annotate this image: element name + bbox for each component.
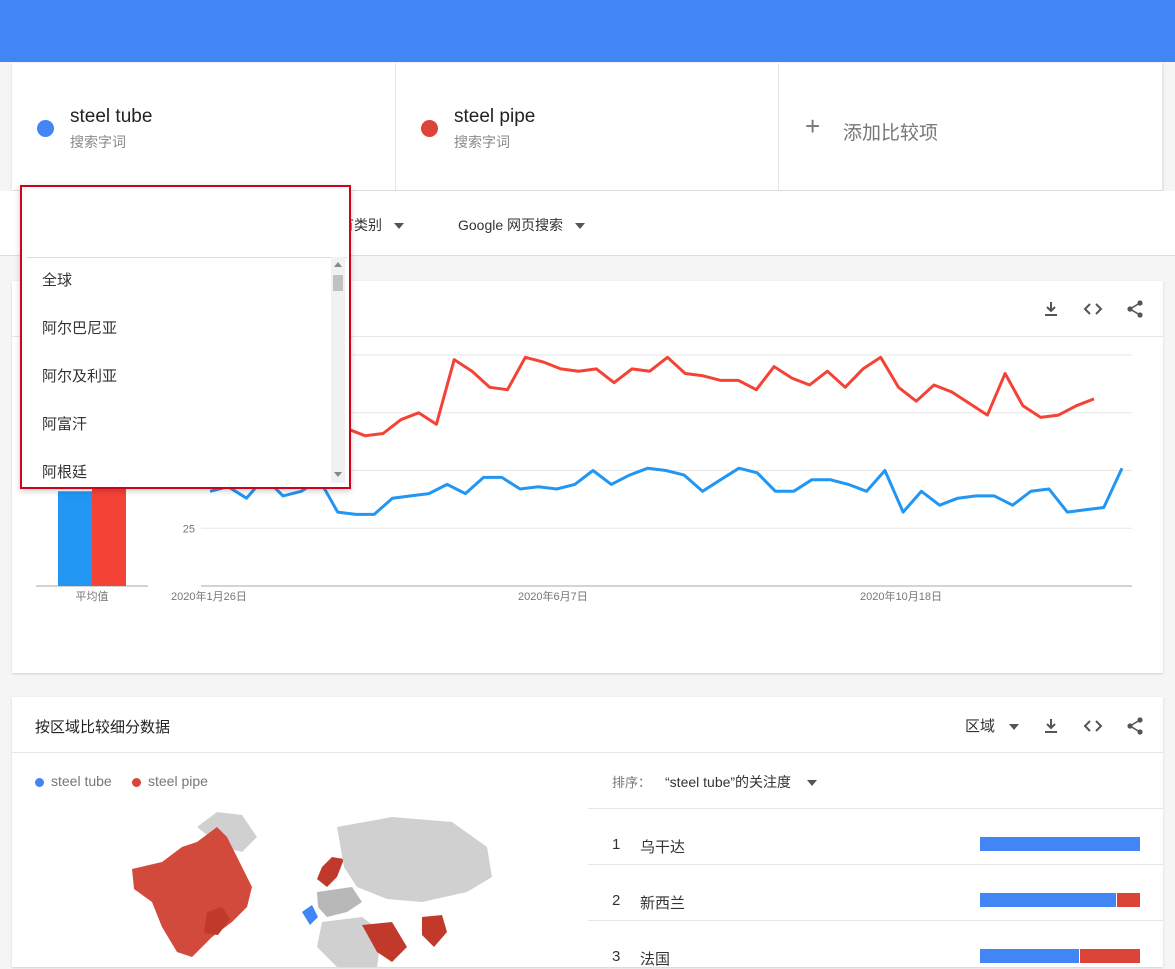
scroll-down-icon[interactable]	[334, 472, 342, 477]
location-dropdown[interactable]: 全球 阿尔巴尼亚 阿尔及利亚 阿富汗 阿根廷	[20, 185, 351, 489]
y-tick-label: 25	[183, 523, 195, 535]
row-bar-steel-tube	[980, 893, 1116, 907]
row-rank: 2	[612, 892, 621, 909]
region-breakdown-card: 按区域比较细分数据 区域 steel tube steel pipe 排序： “s…	[12, 697, 1163, 969]
x-tick-label: 2020年1月26日	[171, 589, 247, 603]
scrollbar-thumb[interactable]	[333, 275, 343, 291]
location-option[interactable]: 阿尔巴尼亚	[26, 305, 331, 353]
download-icon[interactable]	[1041, 716, 1061, 736]
dropdown-scrollbar[interactable]	[331, 257, 345, 483]
chevron-down-icon	[1009, 724, 1019, 731]
sort-label: 排序：	[612, 775, 652, 790]
row-bar-steel-tube	[980, 837, 1140, 851]
row-divider	[588, 808, 1163, 809]
region-selector[interactable]: 区域	[965, 715, 1019, 736]
term-color-dot	[421, 120, 438, 137]
location-option[interactable]: 全球	[26, 257, 331, 305]
legend-label: steel pipe	[148, 773, 208, 789]
share-icon[interactable]	[1125, 716, 1145, 736]
property-filter[interactable]: Google 网页搜索	[458, 215, 586, 235]
map-region-france[interactable]	[302, 905, 318, 925]
sort-value: “steel tube”的关注度	[665, 774, 792, 790]
term-kind: 搜索字词	[454, 134, 510, 150]
list-top	[588, 752, 1163, 753]
term-steel-tube[interactable]: steel tube 搜索字词	[12, 63, 396, 190]
row-country[interactable]: 新西兰	[640, 892, 685, 913]
legend-label: steel tube	[51, 773, 112, 789]
region-selector-label: 区域	[964, 718, 995, 735]
card-tools: 区域	[965, 715, 1145, 736]
avg-bar	[58, 491, 92, 586]
chevron-down-icon	[394, 223, 404, 230]
chevron-down-icon	[807, 780, 818, 787]
property-filter-label: Google 网页搜索	[458, 217, 564, 233]
add-comparison-label: 添加比较项	[843, 123, 939, 144]
term-name: steel pipe	[454, 106, 536, 127]
row-country[interactable]: 乌干达	[640, 836, 685, 857]
row-bar-steel-pipe	[1117, 893, 1140, 907]
x-tick-label: 2020年6月7日	[518, 589, 588, 603]
map-region-asia[interactable]	[337, 817, 492, 902]
location-option-list: 全球 阿尔巴尼亚 阿尔及利亚 阿富汗 阿根廷	[26, 257, 331, 483]
legend-steel-tube: steel tube	[35, 773, 112, 789]
legend-dot	[35, 777, 44, 787]
row-bar-steel-tube	[980, 949, 1080, 963]
location-search-box[interactable]	[26, 191, 347, 258]
term-steel-pipe[interactable]: steel pipe 搜索字词	[396, 63, 779, 190]
term-name: steel tube	[70, 106, 153, 127]
world-map[interactable]	[122, 807, 502, 967]
top-app-bar	[0, 0, 1175, 62]
plus-icon: +	[805, 111, 821, 141]
card-title: 按区域比较细分数据	[35, 719, 171, 736]
term-color-dot	[37, 120, 54, 137]
row-rank: 1	[612, 836, 621, 853]
map-region-scandinavia[interactable]	[317, 857, 344, 887]
embed-code-icon[interactable]	[1083, 716, 1103, 736]
row-divider	[588, 864, 1163, 865]
location-option[interactable]: 阿富汗	[26, 401, 331, 449]
row-divider	[588, 920, 1163, 921]
row-country[interactable]: 法国	[640, 948, 670, 969]
scroll-up-icon[interactable]	[334, 262, 342, 267]
row-rank: 3	[612, 948, 621, 965]
legend-steel-pipe: steel pipe	[132, 773, 208, 789]
x-tick-label: 2020年10月18日	[860, 589, 942, 603]
chevron-down-icon	[575, 223, 586, 230]
location-option[interactable]: 阿尔及利亚	[26, 353, 331, 401]
add-comparison-button[interactable]: + 添加比较项	[779, 63, 1163, 190]
legend-dot	[132, 777, 141, 787]
avg-label: 平均值	[76, 590, 109, 603]
map-region-southeast-asia[interactable]	[422, 915, 447, 947]
term-kind: 搜索字词	[70, 134, 126, 150]
row-bar-steel-pipe	[1080, 949, 1140, 963]
series-line-steel-pipe	[311, 355, 1095, 438]
sort-selector[interactable]: 排序： “steel tube”的关注度	[612, 772, 818, 792]
location-option[interactable]: 阿根廷	[26, 449, 331, 483]
compare-terms-bar: steel tube 搜索字词 steel pipe 搜索字词 + 添加比较项	[12, 63, 1163, 190]
map-region-europe[interactable]	[317, 887, 362, 917]
